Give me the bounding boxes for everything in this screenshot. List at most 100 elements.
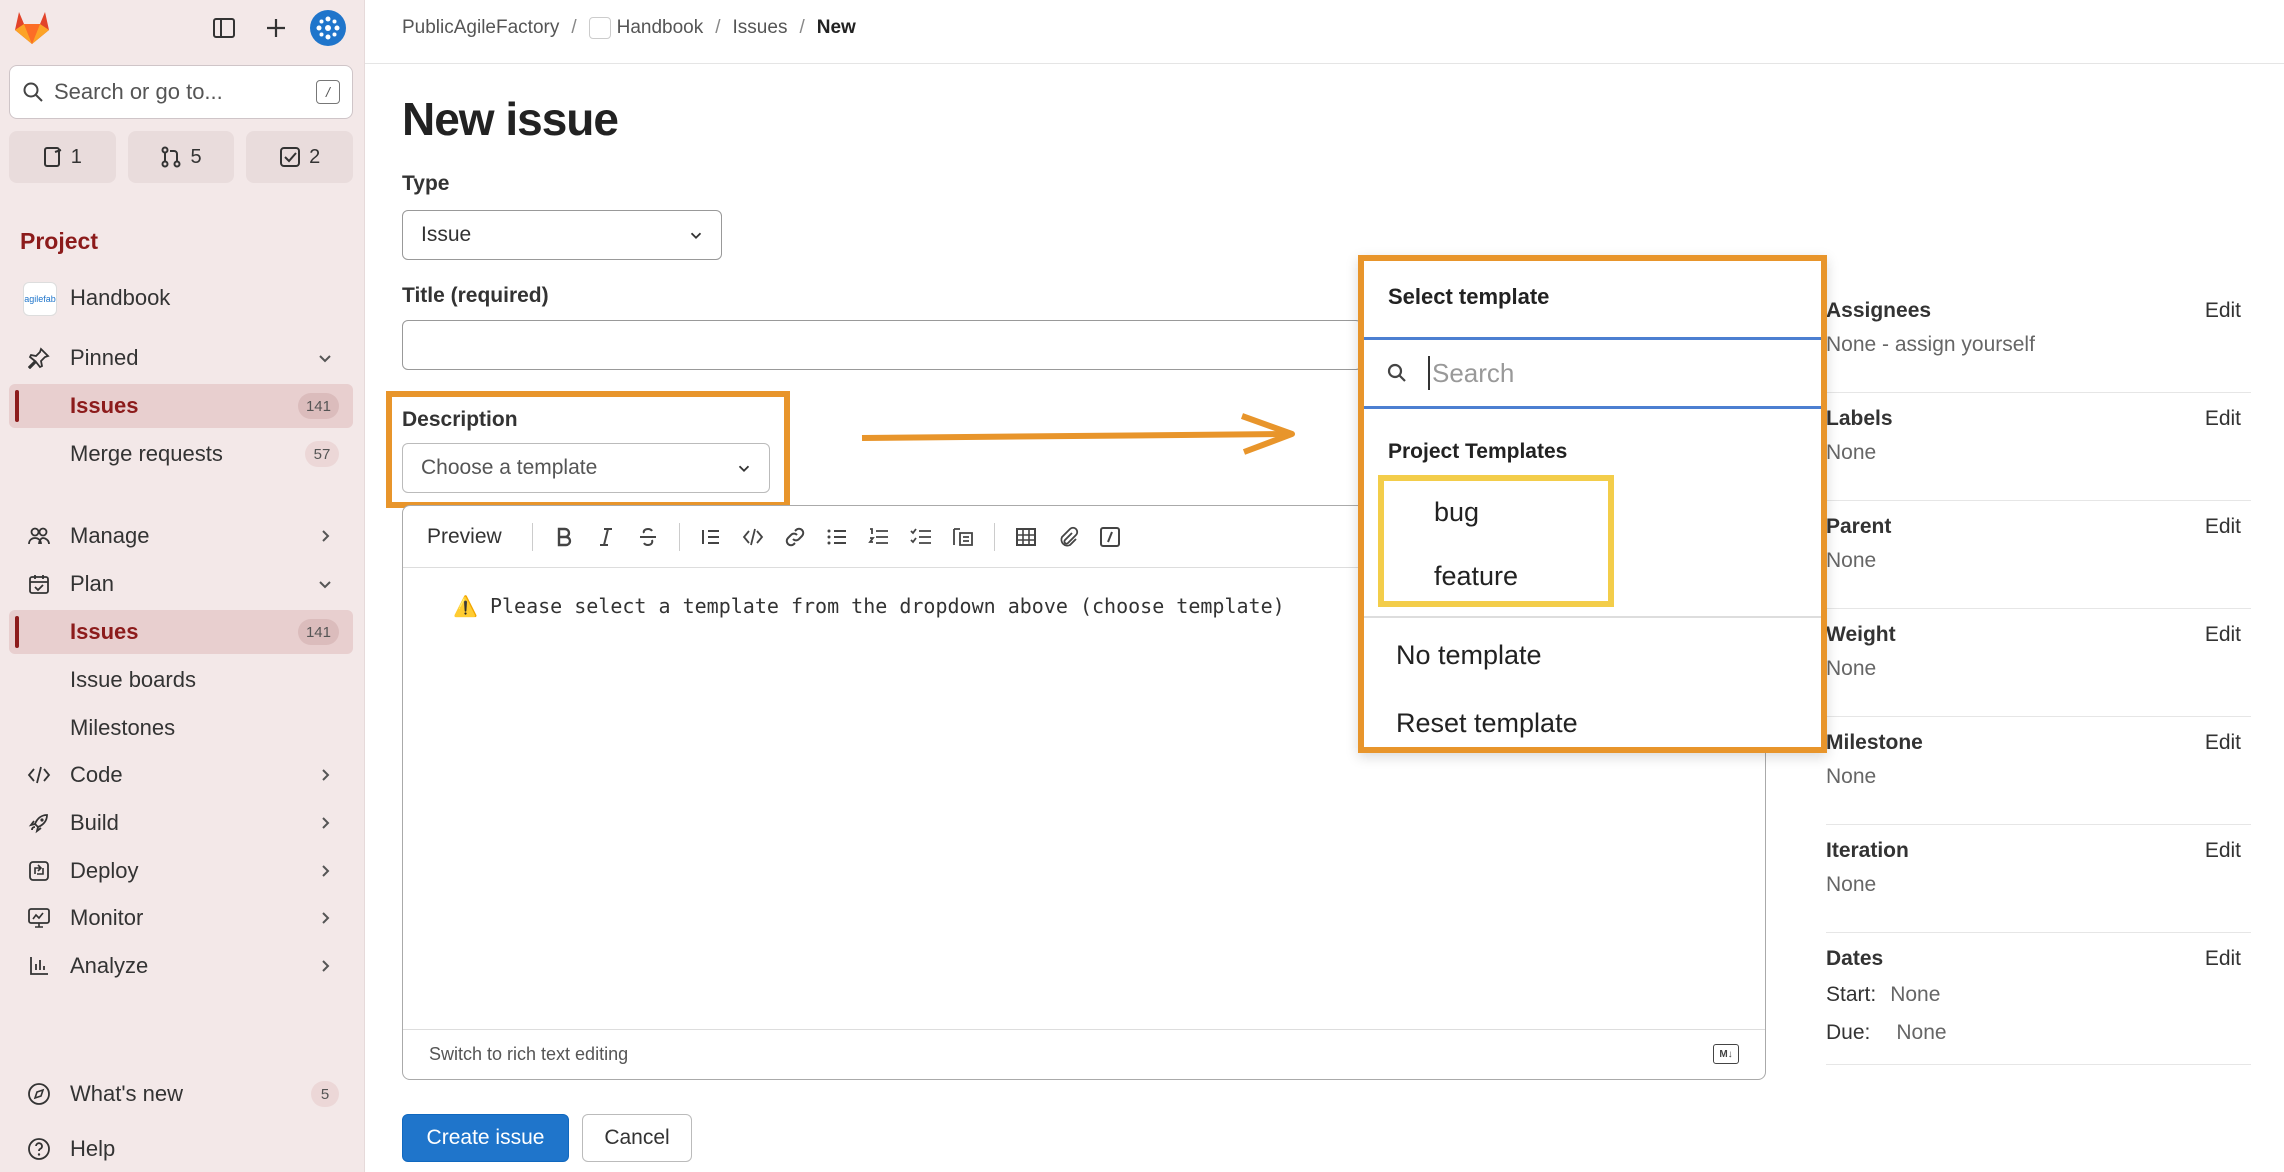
bullet-list-icon[interactable] [816,517,858,557]
sidebar-item-issue-boards[interactable]: Issue boards [9,658,353,702]
todos-counter[interactable]: 2 [246,131,354,183]
slash-command-icon[interactable] [1089,517,1131,557]
template-option-feature[interactable]: feature [1434,561,1518,592]
sidebar-item-label: Manage [70,523,150,548]
sidebar-item-code[interactable]: Code [9,753,353,797]
start-date-label: Start: [1826,983,1877,1006]
template-search-input[interactable]: Search [1364,337,1821,409]
dates-edit-button[interactable]: Edit [2205,947,2241,971]
gitlab-logo-icon[interactable] [12,8,56,48]
table-icon[interactable] [1005,517,1047,557]
sidebar-item-label: Analyze [70,953,149,978]
dates-section: Dates Edit Start: None Due: None [1826,933,2251,1065]
weight-edit-button[interactable]: Edit [2205,623,2241,647]
sidebar-item-build[interactable]: Build [9,801,353,845]
monitor-icon [27,906,51,930]
plus-icon[interactable] [256,8,296,48]
sidebar-item-plan-issues[interactable]: Issues 141 [9,610,353,654]
sidebar-item-milestones[interactable]: Milestones [9,706,353,750]
select-template-dropdown: Select template Search Project Templates… [1358,255,1827,753]
sidebar-item-pinned-issues[interactable]: Issues 141 [9,384,353,428]
iteration-edit-button[interactable]: Edit [2205,839,2241,863]
sidebar-item-label: Help [70,1136,116,1161]
strikethrough-icon[interactable] [627,517,669,557]
counter-value: 5 [190,145,202,168]
merge-requests-counter[interactable]: 5 [127,131,235,183]
breadcrumb-issues-link[interactable]: Issues [733,17,788,39]
iteration-section: Iteration Edit None [1826,825,2251,933]
sidebar-item-project[interactable]: agilefab Handbook [9,276,353,320]
breadcrumb-group-link[interactable]: PublicAgileFactory [402,17,559,39]
sidebar-item-label: Plan [70,571,115,596]
search-icon [1387,363,1406,382]
assigned-issues-counter[interactable]: 1 [9,131,116,183]
breadcrumb: PublicAgileFactory / Handbook / Issues /… [402,16,856,40]
type-select-value: Issue [421,223,472,246]
counter-value: 2 [309,145,321,168]
italic-icon[interactable] [585,517,627,557]
sidebar-item-merge-requests[interactable]: Merge requests 57 [9,432,353,476]
chevron-right-icon [322,912,330,924]
cancel-button[interactable]: Cancel [582,1114,692,1162]
user-avatar[interactable] [310,10,346,46]
sidebar-item-plan[interactable]: Plan [9,562,353,606]
link-icon[interactable] [774,517,816,557]
bold-icon[interactable] [543,517,585,557]
create-issue-button[interactable]: Create issue [402,1114,569,1162]
counter-value: 1 [70,145,82,168]
chevron-right-icon [322,769,330,781]
description-highlight-box [386,391,790,508]
code-icon[interactable] [732,517,774,557]
sidebar-item-pinned[interactable]: Pinned [9,336,353,380]
sidebar-item-help[interactable]: Help [9,1127,353,1171]
labels-section: Labels Edit None [1826,393,2251,501]
sidebar-item-label: Issue boards [70,667,196,692]
task-list-icon[interactable] [900,517,942,557]
collapse-sidebar-icon[interactable] [204,8,244,48]
chevron-right-icon [322,817,330,829]
issues-icon [43,147,62,167]
preview-tab[interactable]: Preview [427,525,502,549]
type-select[interactable]: Issue [402,210,722,260]
title-input[interactable] [402,320,1362,370]
project-avatar [588,17,611,39]
sidebar-item-monitor[interactable]: Monitor [9,896,353,940]
users-icon [27,524,51,548]
type-label: Type [402,172,450,195]
reset-template-option[interactable]: Reset template [1396,708,1578,739]
help-icon [27,1137,51,1161]
sidebar-item-whats-new[interactable]: What's new 5 [9,1072,353,1116]
sidebar-item-analyze[interactable]: Analyze [9,944,353,988]
chevron-right-icon [322,865,330,877]
start-date-row: Start: None [1826,983,1940,1007]
no-template-option[interactable]: No template [1396,640,1542,671]
quote-icon[interactable] [690,517,732,557]
global-search-input[interactable]: Search or go to... / [9,65,353,119]
sidebar-item-label: Code [70,762,123,787]
chevron-down-icon [319,581,331,589]
labels-edit-button[interactable]: Edit [2205,407,2241,431]
collapsible-section-icon[interactable] [942,517,984,557]
sidebar-item-manage[interactable]: Manage [9,514,353,558]
sidebar-item-deploy[interactable]: Deploy [9,849,353,893]
sidebar-item-label: Milestones [70,715,176,740]
text-caret [1428,356,1430,390]
template-option-bug[interactable]: bug [1434,497,1479,528]
breadcrumb-project-link[interactable]: Handbook [617,17,704,39]
milestone-edit-button[interactable]: Edit [2205,731,2241,755]
assignees-edit-button[interactable]: Edit [2205,299,2241,323]
calendar-icon [27,572,51,596]
user-counters: 1 5 2 [9,131,354,183]
parent-edit-button[interactable]: Edit [2205,515,2241,539]
assignees-value[interactable]: None - assign yourself [1826,333,2035,357]
numbered-list-icon[interactable] [858,517,900,557]
sidebar-item-label: What's new [70,1081,184,1106]
toolbar-divider [678,522,680,551]
milestone-value: None [1826,765,1877,788]
attachment-icon[interactable] [1047,517,1089,557]
breadcrumb-separator: / [715,17,721,38]
editor-content[interactable]: ⚠️ Please select a template from the dro… [453,594,1285,618]
page-title: New issue [402,93,619,145]
sidebar-item-label: Build [70,810,119,835]
switch-rich-text-link[interactable]: Switch to rich text editing [429,1044,628,1065]
